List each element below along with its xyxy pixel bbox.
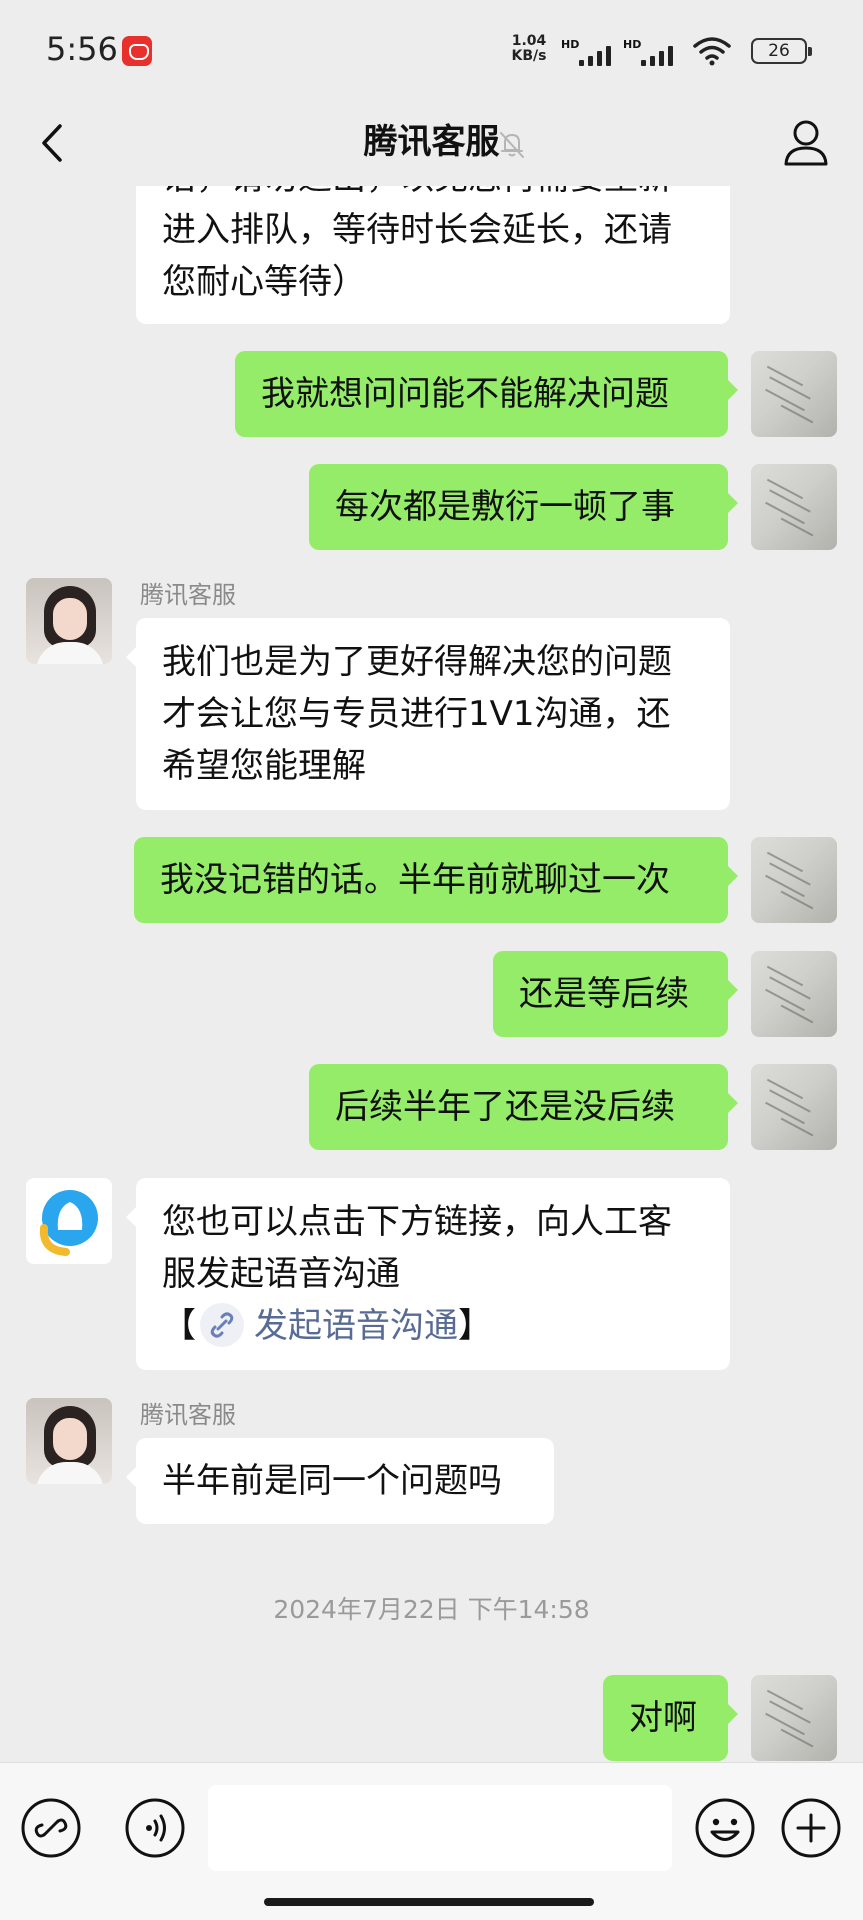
message-bubble-bot[interactable]: 您也可以点击下方链接，向人工客 服发起语音沟通 【发起语音沟通】 — [126, 1178, 730, 1370]
message-bubble-agent[interactable]: 话，请勿退出，以免您再需要重新 进入排队，等待时长会延长，还请 您耐心等待） — [136, 186, 730, 324]
chat-title: 腾讯客服 — [363, 122, 500, 162]
network-speed: 1.04 KB/s — [511, 33, 547, 64]
agent-avatar[interactable] — [26, 1398, 112, 1484]
plus-icon[interactable] — [780, 1797, 842, 1859]
message-bubble-user[interactable]: 我没记错的话。半年前就聊过一次 — [134, 837, 738, 923]
message-bubble-user[interactable]: 我就想问问能不能解决问题 — [235, 351, 738, 437]
signal-icon-sim1: HD — [561, 38, 613, 66]
qq-bot-icon — [39, 1190, 98, 1256]
message-timestamp: 2024年7月22日 下午14:58 — [273, 1595, 590, 1624]
battery-level: 26 — [768, 41, 790, 61]
message-bubble-agent[interactable]: 我们也是为了更好得解决您的问题 才会让您与专员进行1V1沟通，还 希望您能理解 — [126, 618, 730, 810]
message-bubble-user[interactable]: 每次都是敷衍一顿了事 — [309, 464, 738, 550]
message-input[interactable] — [208, 1785, 672, 1871]
voice-icon[interactable] — [124, 1797, 186, 1859]
status-time: 5:56 — [46, 30, 118, 68]
link-icon — [200, 1302, 244, 1347]
sender-name: 腾讯客服 — [140, 1401, 236, 1429]
mute-bell-icon — [500, 132, 524, 158]
signal-icon-sim2: HD — [623, 38, 675, 66]
status-bar: 5:56 1.04 KB/s HD HD 26 — [0, 0, 863, 100]
message-bubble-agent[interactable]: 半年前是同一个问题吗 — [126, 1438, 554, 1524]
user-avatar[interactable] — [751, 1675, 837, 1761]
user-avatar[interactable] — [751, 951, 837, 1037]
message-bubble-user[interactable]: 还是等后续 — [493, 951, 738, 1037]
mini-program-icon[interactable] — [20, 1797, 82, 1859]
home-indicator[interactable] — [264, 1898, 594, 1906]
voice-call-link[interactable]: 发起语音沟通 — [254, 1306, 458, 1346]
wifi-icon — [693, 37, 731, 66]
profile-icon[interactable] — [779, 114, 833, 172]
notification-app-icon — [122, 36, 152, 66]
input-bar — [0, 1762, 863, 1920]
user-avatar[interactable] — [751, 1064, 837, 1150]
message-bubble-user[interactable]: 对啊 — [603, 1675, 738, 1761]
user-avatar[interactable] — [751, 351, 837, 437]
battery-icon: 26 — [751, 38, 812, 64]
message-list[interactable]: 话，请勿退出，以免您再需要重新 进入排队，等待时长会延长，还请 您耐心等待） 我… — [0, 186, 863, 1762]
user-avatar[interactable] — [751, 837, 837, 923]
voice-call-link-row: 【发起语音沟通】 — [162, 1300, 704, 1353]
agent-avatar[interactable] — [26, 578, 112, 664]
chat-header: 腾讯客服 — [0, 100, 863, 186]
sender-name: 腾讯客服 — [140, 581, 236, 609]
bot-avatar[interactable] — [26, 1178, 112, 1264]
emoji-icon[interactable] — [694, 1797, 756, 1859]
message-bubble-user[interactable]: 后续半年了还是没后续 — [309, 1064, 738, 1150]
user-avatar[interactable] — [751, 464, 837, 550]
